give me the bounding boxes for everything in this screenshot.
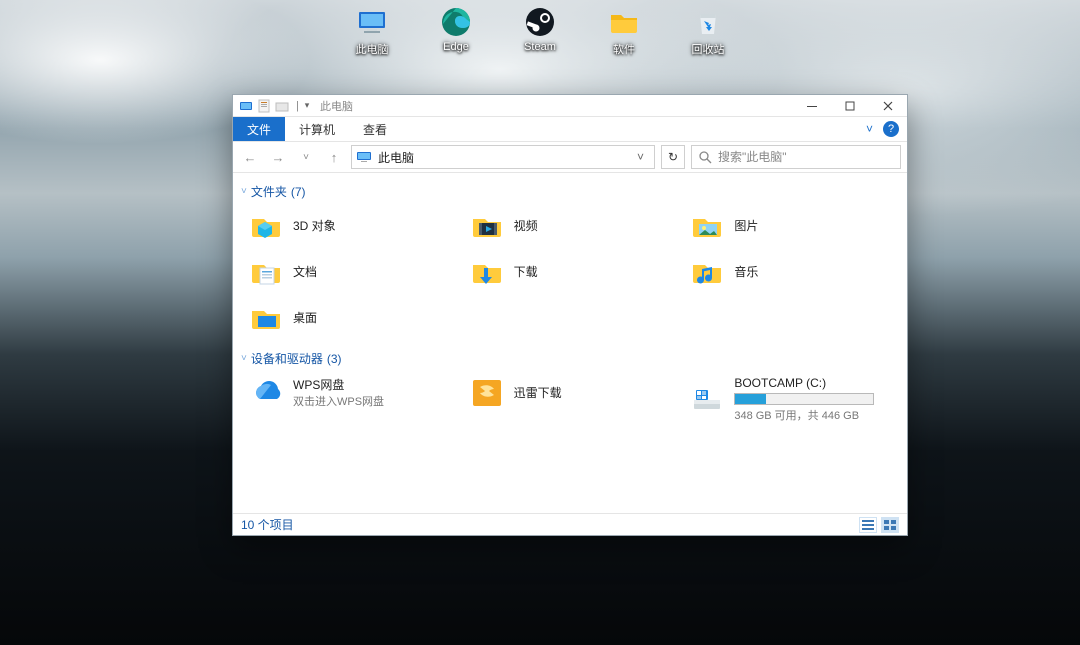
pictures-icon: [690, 208, 724, 242]
quick-access-toolbar: [233, 99, 295, 113]
desktop-icons-row: 此电脑 Edge Steam 软件 回收站: [344, 6, 736, 57]
downloads-icon: [470, 254, 504, 288]
item-label: WPS网盘: [293, 376, 384, 393]
music-icon: [690, 254, 724, 288]
item-label: 视频: [514, 217, 538, 234]
wps-cloud-icon: [249, 375, 283, 409]
desktop-icon-label: 回收站: [692, 41, 725, 57]
item-label: 桌面: [293, 309, 317, 326]
file-explorer-window: | ▾ 此电脑 文件 计算机 查看 ˅ ? ← → ˅ ↑: [232, 94, 908, 536]
recycle-bin-icon: [692, 6, 724, 38]
drive-capacity-fill: [735, 394, 765, 404]
folder-pictures[interactable]: 图片: [686, 204, 899, 246]
ribbon-collapse-icon[interactable]: ˅: [866, 122, 873, 136]
search-icon: [698, 150, 712, 164]
folder-desktop[interactable]: 桌面: [245, 296, 458, 338]
folder-documents[interactable]: 文档: [245, 250, 458, 292]
folder-videos[interactable]: 视频: [466, 204, 679, 246]
folder-music[interactable]: 音乐: [686, 250, 899, 292]
item-label: 3D 对象: [293, 217, 336, 234]
help-icon[interactable]: ?: [883, 121, 899, 137]
drive-icon: [690, 382, 724, 416]
address-pc-icon: [356, 149, 372, 165]
desktop-icon-edge[interactable]: Edge: [428, 6, 484, 57]
nav-row: ← → ˅ ↑ 此电脑 ˅ ↻: [233, 141, 907, 173]
up-button[interactable]: ↑: [323, 146, 345, 168]
videos-icon: [470, 208, 504, 242]
desktop-folder-icon: [249, 300, 283, 334]
app-icon: [239, 99, 253, 113]
group-header-label: 文件夹: [251, 183, 287, 200]
desktop-wallpaper: 此电脑 Edge Steam 软件 回收站: [0, 0, 1080, 645]
folders-grid: 3D 对象 视频 图片 文档 下载: [239, 202, 901, 346]
forward-button[interactable]: →: [267, 146, 289, 168]
steam-icon: [524, 6, 556, 38]
back-button[interactable]: ←: [239, 146, 261, 168]
desktop-icon-label: Steam: [524, 41, 556, 53]
item-label: 迅雷下载: [514, 384, 562, 401]
drive-xunlei[interactable]: 迅雷下载: [466, 371, 679, 413]
group-header-drives[interactable]: ˅ 设备和驱动器 (3): [239, 346, 901, 369]
desktop-icon-software-folder[interactable]: 软件: [596, 6, 652, 57]
tab-computer[interactable]: 计算机: [285, 117, 349, 141]
titlebar[interactable]: | ▾ 此电脑: [233, 95, 907, 117]
desktop-icon-label: 软件: [613, 41, 635, 57]
edge-icon: [440, 6, 472, 38]
item-subtitle: 双击进入WPS网盘: [293, 393, 384, 409]
view-details-button[interactable]: [859, 517, 877, 533]
desktop-icon-this-pc[interactable]: 此电脑: [344, 6, 400, 57]
address-dropdown-icon[interactable]: ˅: [631, 150, 650, 164]
group-header-folders[interactable]: ˅ 文件夹 (7): [239, 179, 901, 202]
status-item-count: 10 个项目: [241, 516, 294, 533]
group-header-label: 设备和驱动器: [251, 350, 323, 367]
item-label: 文档: [293, 263, 317, 280]
qat-new-folder-icon[interactable]: [275, 99, 289, 113]
drive-bootcamp-c[interactable]: BOOTCAMP (C:) 348 GB 可用，共 446 GB: [686, 371, 899, 427]
group-header-count: (7): [291, 185, 306, 199]
documents-icon: [249, 254, 283, 288]
search-input[interactable]: [718, 150, 894, 164]
tab-file[interactable]: 文件: [233, 117, 285, 141]
item-label: 图片: [734, 217, 758, 234]
drives-grid: WPS网盘 双击进入WPS网盘 迅雷下载 BOOTCAMP (C:) 348 G…: [239, 369, 901, 435]
item-label: 音乐: [734, 263, 758, 280]
search-box[interactable]: [691, 145, 901, 169]
view-large-icons-button[interactable]: [881, 517, 899, 533]
content-pane[interactable]: ˅ 文件夹 (7) 3D 对象 视频 图片 文: [233, 173, 907, 513]
group-header-count: (3): [327, 352, 342, 366]
xunlei-icon: [470, 375, 504, 409]
folder-downloads[interactable]: 下载: [466, 250, 679, 292]
chevron-down-icon: ˅: [241, 353, 247, 364]
item-label: 下载: [514, 263, 538, 280]
3d-objects-icon: [249, 208, 283, 242]
folder-icon: [608, 6, 640, 38]
window-controls: [793, 95, 907, 117]
window-title: 此电脑: [314, 98, 353, 114]
drive-capacity-bar: [734, 393, 874, 405]
breadcrumb[interactable]: 此电脑: [378, 149, 414, 166]
desktop-icon-steam[interactable]: Steam: [512, 6, 568, 57]
maximize-button[interactable]: [831, 95, 869, 117]
desktop-icon-recycle-bin[interactable]: 回收站: [680, 6, 736, 57]
address-bar[interactable]: 此电脑 ˅: [351, 145, 655, 169]
ribbon-tabs: 文件 计算机 查看 ˅ ?: [233, 117, 907, 141]
drive-capacity-text: 348 GB 可用，共 446 GB: [734, 407, 874, 423]
close-button[interactable]: [869, 95, 907, 117]
refresh-button[interactable]: ↻: [661, 145, 685, 169]
recent-locations-button[interactable]: ˅: [295, 146, 317, 168]
folder-3d-objects[interactable]: 3D 对象: [245, 204, 458, 246]
qat-properties-icon[interactable]: [257, 99, 271, 113]
minimize-button[interactable]: [793, 95, 831, 117]
status-bar: 10 个项目: [233, 513, 907, 535]
tab-view[interactable]: 查看: [349, 117, 401, 141]
drive-wps[interactable]: WPS网盘 双击进入WPS网盘: [245, 371, 458, 413]
chevron-down-icon: ˅: [241, 186, 247, 197]
qat-dropdown-icon[interactable]: ▾: [300, 99, 314, 113]
desktop-icon-label: Edge: [443, 41, 469, 53]
this-pc-icon: [356, 6, 388, 38]
item-label: BOOTCAMP (C:): [734, 376, 874, 390]
desktop-icon-label: 此电脑: [356, 41, 389, 57]
